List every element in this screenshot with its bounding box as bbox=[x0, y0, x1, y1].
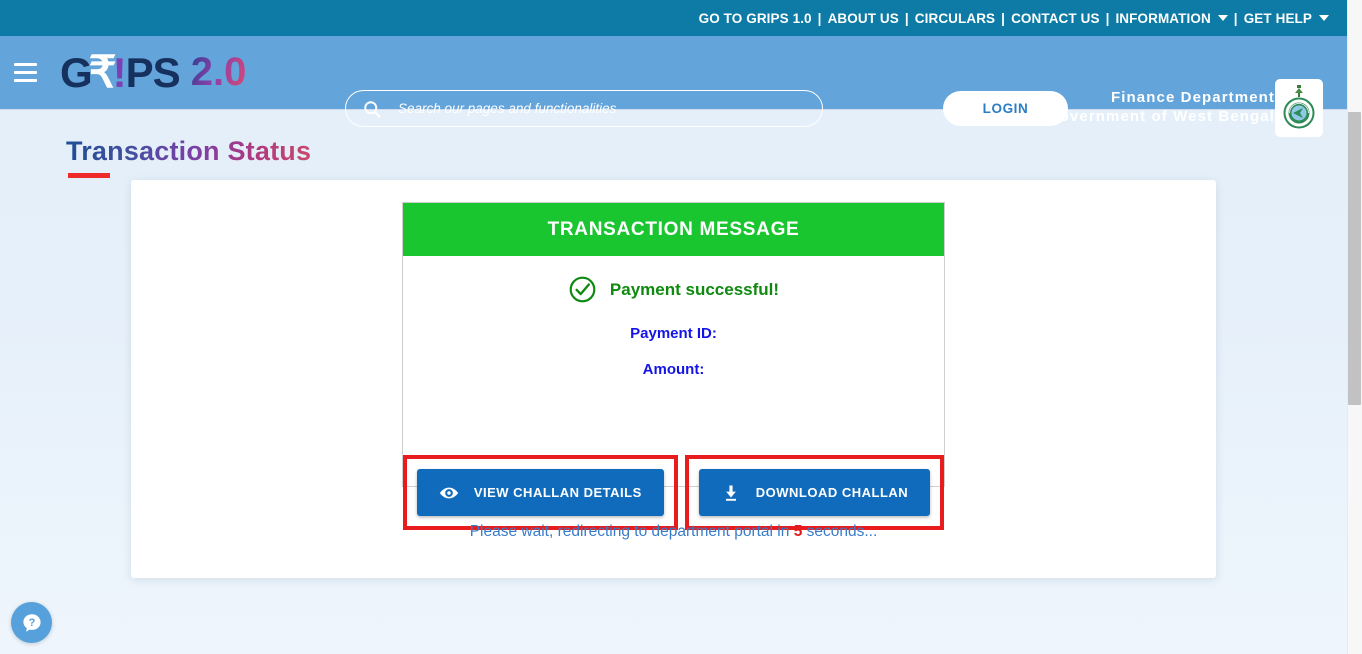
action-button-row: VIEW CHALLAN DETAILS DOWNLOAD CHALLAN bbox=[402, 455, 945, 530]
topnav-separator: | bbox=[1001, 10, 1006, 26]
eye-icon bbox=[439, 487, 458, 498]
view-challan-details-button[interactable]: VIEW CHALLAN DETAILS bbox=[416, 469, 664, 516]
search-input[interactable] bbox=[398, 101, 822, 116]
payment-status-message: Payment successful! bbox=[609, 279, 780, 299]
logo-prefix: G bbox=[60, 49, 93, 96]
topnav-item-information[interactable]: INFORMATION bbox=[1115, 10, 1228, 26]
page-root: GO TO GRIPS 1.0 | ABOUT US | CIRCULARS |… bbox=[0, 0, 1347, 654]
help-button[interactable]: ? bbox=[11, 602, 52, 643]
view-challan-details-label: VIEW CHALLAN DETAILS bbox=[473, 485, 642, 500]
top-utility-bar: GO TO GRIPS 1.0 | ABOUT US | CIRCULARS |… bbox=[0, 0, 1347, 36]
department-title: Finance Department Government of West Be… bbox=[1047, 88, 1275, 126]
logo-bang: ! bbox=[112, 49, 127, 96]
redirect-prefix: Please wait, redirecting to department p… bbox=[469, 523, 790, 540]
amount-label: Amount: bbox=[642, 361, 705, 378]
redirect-suffix: seconds... bbox=[806, 523, 878, 540]
grips-logo[interactable]: G ₹! PS 2.0 bbox=[60, 47, 246, 98]
transaction-message-header: TRANSACTION MESSAGE bbox=[403, 203, 944, 256]
topnav-item-circulars[interactable]: CIRCULARS bbox=[915, 11, 995, 26]
topnav-separator: | bbox=[904, 10, 909, 26]
page-title-underline bbox=[68, 173, 110, 178]
site-header: G₹!PS 2.0 LOGIN Finance Department Gover… bbox=[0, 36, 1347, 137]
logo-suffix: PS bbox=[125, 49, 181, 96]
vertical-scrollbar-track[interactable] bbox=[1347, 0, 1362, 654]
topnav-separator: | bbox=[1105, 10, 1110, 26]
download-challan-highlight-box: DOWNLOAD CHALLAN bbox=[684, 455, 945, 530]
department-line-2: Government of West Bengal bbox=[1046, 108, 1275, 125]
svg-text:?: ? bbox=[28, 617, 35, 629]
topnav-item-information-label: INFORMATION bbox=[1115, 10, 1211, 26]
payment-status-row: Payment successful! bbox=[403, 275, 944, 304]
check-circle-icon bbox=[569, 276, 596, 303]
chevron-down-icon bbox=[1217, 15, 1228, 21]
logo-wordmark: G ₹! PS bbox=[60, 47, 181, 98]
hamburger-bar bbox=[13, 79, 37, 82]
redirect-notice: Please wait, redirecting to department p… bbox=[131, 523, 1216, 541]
west-bengal-government-emblem-icon bbox=[1275, 79, 1323, 137]
search-icon bbox=[364, 100, 381, 118]
browser-viewport: GO TO GRIPS 1.0 | ABOUT US | CIRCULARS |… bbox=[0, 0, 1362, 654]
amount-row: Amount: bbox=[403, 361, 944, 378]
payment-id-row: Payment ID: bbox=[403, 325, 944, 342]
hamburger-bar bbox=[13, 71, 37, 74]
department-line-1: Finance Department bbox=[1111, 89, 1275, 106]
topnav-item-grips-1[interactable]: GO TO GRIPS 1.0 bbox=[699, 11, 812, 26]
transaction-message-body: Payment successful! Payment ID: Amount: bbox=[402, 275, 945, 530]
view-challan-highlight-box: VIEW CHALLAN DETAILS bbox=[402, 455, 678, 530]
top-navigation: GO TO GRIPS 1.0 | ABOUT US | CIRCULARS |… bbox=[699, 11, 1329, 26]
transaction-message-panel: TRANSACTION MESSAGE Payment successful! … bbox=[402, 202, 945, 530]
redirect-countdown: 5 bbox=[793, 523, 803, 540]
download-challan-label: DOWNLOAD CHALLAN bbox=[755, 485, 909, 500]
rupee-icon: ₹ bbox=[88, 48, 117, 97]
search-bar[interactable] bbox=[345, 90, 823, 127]
hamburger-bar bbox=[13, 63, 37, 66]
topnav-item-get-help-label: GET HELP bbox=[1243, 10, 1312, 26]
payment-id-label: Payment ID: bbox=[630, 325, 717, 342]
hamburger-menu-icon[interactable] bbox=[8, 58, 42, 88]
topnav-item-about-us[interactable]: ABOUT US bbox=[828, 11, 899, 26]
download-icon bbox=[725, 485, 736, 501]
topnav-separator: | bbox=[817, 10, 822, 26]
chevron-down-icon bbox=[1319, 15, 1329, 21]
transaction-status-card: TRANSACTION MESSAGE Payment successful! … bbox=[131, 180, 1216, 578]
topnav-item-get-help[interactable]: GET HELP bbox=[1244, 11, 1329, 26]
help-question-icon: ? bbox=[22, 613, 41, 632]
topnav-item-contact-us[interactable]: CONTACT US bbox=[1011, 11, 1100, 26]
logo-version: 2.0 bbox=[190, 50, 247, 94]
topnav-separator: | bbox=[1233, 10, 1238, 26]
page-title-container: Transaction Status bbox=[66, 136, 312, 178]
vertical-scrollbar-thumb[interactable] bbox=[1348, 112, 1361, 405]
page-title: Transaction Status bbox=[66, 136, 312, 166]
emblem-graphic bbox=[1283, 85, 1315, 129]
download-challan-button[interactable]: DOWNLOAD CHALLAN bbox=[698, 469, 931, 516]
